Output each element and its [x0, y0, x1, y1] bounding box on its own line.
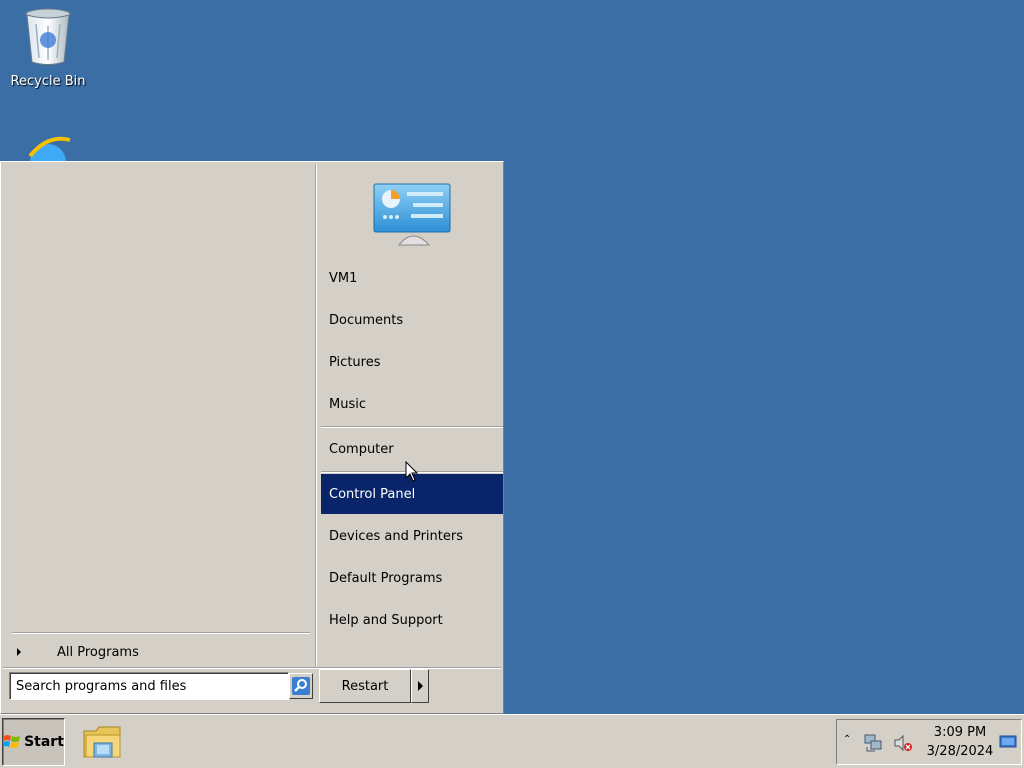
arrow-right-icon: [417, 681, 423, 691]
restart-label: Restart: [341, 678, 389, 694]
windows-flag-icon: [3, 735, 21, 748]
volume-muted-icon[interactable]: [893, 733, 913, 753]
menu-item-label: Help and Support: [329, 612, 443, 628]
all-programs-button[interactable]: All Programs: [12, 640, 312, 664]
clock-date: 3/28/2024: [926, 744, 994, 759]
start-label: Start: [24, 734, 64, 750]
all-programs-label: All Programs: [57, 644, 139, 660]
menu-item-documents[interactable]: Documents: [321, 300, 503, 340]
show-desktop-icon[interactable]: [999, 734, 1017, 750]
menu-item-label: Computer: [329, 441, 394, 457]
places-pane: VM1 Documents Pictures Music Computer Co…: [321, 165, 503, 666]
programs-pane: All Programs: [4, 165, 314, 666]
taskbar: Start ⌃ 3:09 PM 3/28/2024: [0, 714, 1024, 768]
start-button[interactable]: Start: [2, 718, 65, 766]
menu-item-label: Music: [329, 396, 366, 412]
places-separator: [321, 426, 503, 428]
menu-item-label: Control Panel: [329, 486, 416, 502]
notification-area: ⌃ 3:09 PM 3/28/2024: [836, 719, 1022, 765]
clock-time: 3:09 PM: [933, 725, 987, 740]
recycle-bin-icon: [25, 8, 71, 65]
menu-item-label: Devices and Printers: [329, 528, 463, 544]
recycle-bin-label: Recycle Bin: [10, 74, 86, 89]
menu-item-label: Documents: [329, 312, 404, 328]
recycle-bin-desktop-icon[interactable]: Recycle Bin: [8, 6, 88, 89]
menu-item-vm1[interactable]: VM1: [321, 258, 503, 298]
menu-item-pictures[interactable]: Pictures: [321, 342, 503, 382]
windows-explorer-icon: [83, 726, 121, 758]
taskbar-explorer-button[interactable]: [80, 721, 126, 763]
restart-button[interactable]: Restart: [319, 669, 411, 703]
menu-item-label: VM1: [329, 270, 358, 286]
menu-item-devices-and-printers[interactable]: Devices and Printers: [321, 516, 503, 556]
menu-item-label: Pictures: [329, 354, 381, 370]
shutdown-options-button[interactable]: [411, 669, 429, 703]
search-input[interactable]: [9, 672, 289, 700]
programs-separator: [12, 632, 310, 634]
internet-explorer-icon: [28, 136, 71, 180]
clock[interactable]: 3:09 PM 3/28/2024: [921, 723, 999, 761]
start-menu: All Programs VM1 Documents Pictures Musi…: [0, 161, 504, 714]
search-button[interactable]: [289, 673, 313, 699]
arrow-right-icon: [17, 648, 21, 656]
mouse-cursor-icon: [405, 461, 419, 482]
show-hidden-icons-button[interactable]: ⌃: [843, 734, 851, 745]
menu-item-default-programs[interactable]: Default Programs: [321, 558, 503, 598]
pane-divider: [315, 164, 317, 666]
network-icon[interactable]: [863, 733, 883, 753]
search-icon: [292, 677, 310, 695]
menu-item-music[interactable]: Music: [321, 384, 503, 424]
control-panel-picture-icon[interactable]: [373, 183, 453, 247]
menu-item-help-and-support[interactable]: Help and Support: [321, 600, 503, 640]
menu-item-label: Default Programs: [329, 570, 443, 586]
